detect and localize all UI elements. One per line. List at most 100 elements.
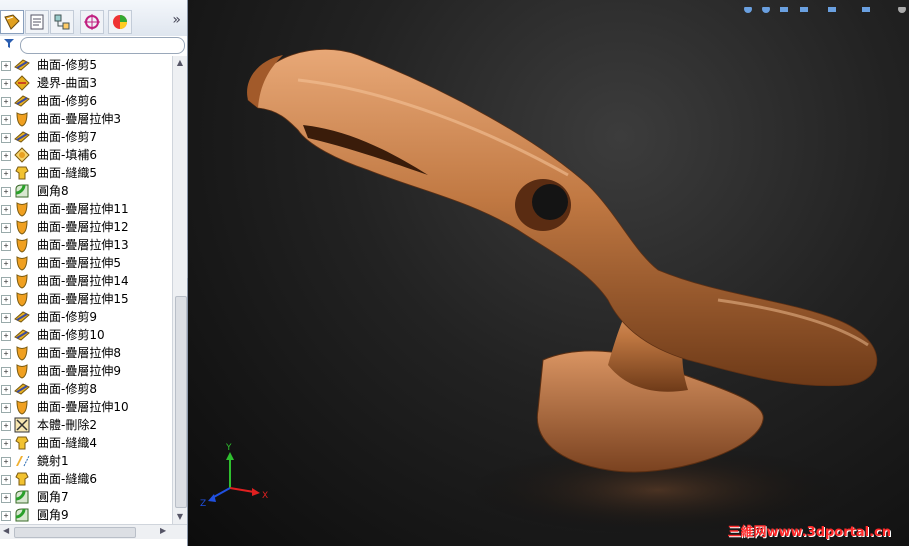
scroll-up-arrow[interactable]: ▲ [174,57,186,69]
feature-tree: + 曲面-修剪5 + 邊界-曲面3 + 曲面-修剪6 + 曲面-疊層拉伸3 + 曲面-修剪7 + 曲面… [0,56,172,524]
section-view-icon [800,7,808,12]
tree-item[interactable]: + 曲面-修剪8 [0,380,172,398]
expand-toggle[interactable]: + [1,457,11,467]
trim-surface-icon [14,57,30,73]
filter-bar [0,36,187,54]
tree-item[interactable]: + 曲面-修剪5 [0,56,172,74]
property-manager-icon [30,14,44,30]
vertical-scroll-thumb[interactable] [175,296,187,508]
tree-item[interactable]: + 曲面-修剪9 [0,308,172,326]
model-render: Y X Z [200,49,878,535]
tree-item[interactable]: + 曲面-縫織5 [0,164,172,182]
tree-item-label: 曲面-疊層拉伸13 [37,238,129,252]
expand-toggle[interactable]: + [1,349,11,359]
tree-item[interactable]: + 鏡射1 [0,452,172,470]
expand-toggle[interactable]: + [1,385,11,395]
tree-item[interactable]: + 曲面-疊層拉伸15 [0,290,172,308]
tree-item-label: 曲面-疊層拉伸8 [37,346,121,360]
tree-item[interactable]: + 曲面-疊層拉伸9 [0,362,172,380]
fill-surface-icon [14,147,30,163]
tree-item[interactable]: + 曲面-縫織6 [0,470,172,488]
tree-item[interactable]: + 曲面-疊層拉伸10 [0,398,172,416]
tree-item[interactable]: + 曲面-疊層拉伸3 [0,110,172,128]
expand-toggle[interactable]: + [1,277,11,287]
expand-toggle[interactable]: + [1,115,11,125]
tree-item[interactable]: + 曲面-修剪10 [0,326,172,344]
expand-toggle[interactable]: + [1,421,11,431]
expand-toggle[interactable]: + [1,295,11,305]
expand-toggle[interactable]: + [1,187,11,197]
vertical-scrollbar[interactable]: ▲ ▼ [172,56,187,524]
expand-toggle[interactable]: + [1,61,11,71]
configuration-manager-icon [54,14,70,30]
expand-toggle[interactable]: + [1,151,11,161]
axis-label-x: X [262,491,268,501]
loft-surface-icon [14,363,30,379]
heads-up-view-toolbar[interactable] [738,0,909,13]
expand-toggle[interactable]: + [1,223,11,233]
tree-item-label: 邊界-曲面3 [37,76,97,90]
tree-item[interactable]: + 曲面-疊層拉伸5 [0,254,172,272]
tree-item-label: 曲面-修剪6 [37,94,97,108]
trim-surface-icon [14,381,30,397]
tree-item[interactable]: + 圓角8 [0,182,172,200]
expand-toggle[interactable]: + [1,259,11,269]
expand-toggle[interactable]: + [1,493,11,503]
tree-item[interactable]: + 邊界-曲面3 [0,74,172,92]
tree-item-label: 圓角8 [37,184,69,198]
expand-toggle[interactable]: + [1,169,11,179]
expand-toggle[interactable]: + [1,205,11,215]
expand-toggle[interactable]: + [1,313,11,323]
axis-label-z: Z [200,499,206,509]
scroll-right-arrow[interactable]: ▶ [160,526,166,535]
trim-surface-icon [14,129,30,145]
trim-surface-icon [14,309,30,325]
more-tabs-button[interactable]: » [172,12,181,28]
tree-item-label: 圓角9 [37,508,69,522]
model-eye-opening [532,184,568,220]
scroll-left-arrow[interactable]: ◀ [3,526,9,535]
horizontal-scroll-thumb[interactable] [14,527,136,538]
tree-item[interactable]: + 曲面-修剪6 [0,92,172,110]
feature-manager-tab[interactable] [0,10,24,34]
property-manager-tab[interactable] [25,10,49,34]
tree-item[interactable]: + 曲面-疊層拉伸13 [0,236,172,254]
tree-item[interactable]: + 圓角9 [0,506,172,524]
filter-input[interactable] [20,37,185,54]
expand-toggle[interactable]: + [1,511,11,521]
graphics-viewport[interactable]: Y X Z 三維网www.3dportal.cn [188,0,909,546]
configuration-manager-tab[interactable] [50,10,74,34]
tree-item[interactable]: + 曲面-縫織4 [0,434,172,452]
mirror-icon [14,453,30,469]
knit-surface-icon [14,435,30,451]
tree-item[interactable]: + 圓角7 [0,488,172,506]
dimxpert-icon [84,14,100,30]
loft-surface-icon [14,291,30,307]
expand-toggle[interactable]: + [1,403,11,413]
filter-icon[interactable] [3,37,15,49]
display-manager-icon [113,15,127,29]
expand-toggle[interactable]: + [1,97,11,107]
tree-item-label: 圓角7 [37,490,69,504]
tree-item[interactable]: + 曲面-疊層拉伸11 [0,200,172,218]
tree-item[interactable]: + 曲面-填補6 [0,146,172,164]
display-manager-tab[interactable] [108,10,132,34]
tree-item[interactable]: + 曲面-疊層拉伸14 [0,272,172,290]
expand-toggle[interactable]: + [1,241,11,251]
expand-toggle[interactable]: + [1,367,11,377]
horizontal-scrollbar[interactable]: ◀ ▶ [0,524,187,539]
fillet-icon [14,183,30,199]
expand-toggle[interactable]: + [1,133,11,143]
tree-item[interactable]: + 曲面-疊層拉伸8 [0,344,172,362]
tree-item[interactable]: + 曲面-疊層拉伸12 [0,218,172,236]
tree-item-label: 曲面-縫織4 [37,436,97,450]
scroll-down-arrow[interactable]: ▼ [174,511,186,523]
expand-toggle[interactable]: + [1,439,11,449]
tree-item[interactable]: + 本體-刪除2 [0,416,172,434]
dimxpert-tab[interactable] [80,10,104,34]
tree-item[interactable]: + 曲面-修剪7 [0,128,172,146]
expand-toggle[interactable]: + [1,475,11,485]
boundary-surface-icon [14,75,30,91]
expand-toggle[interactable]: + [1,331,11,341]
expand-toggle[interactable]: + [1,79,11,89]
